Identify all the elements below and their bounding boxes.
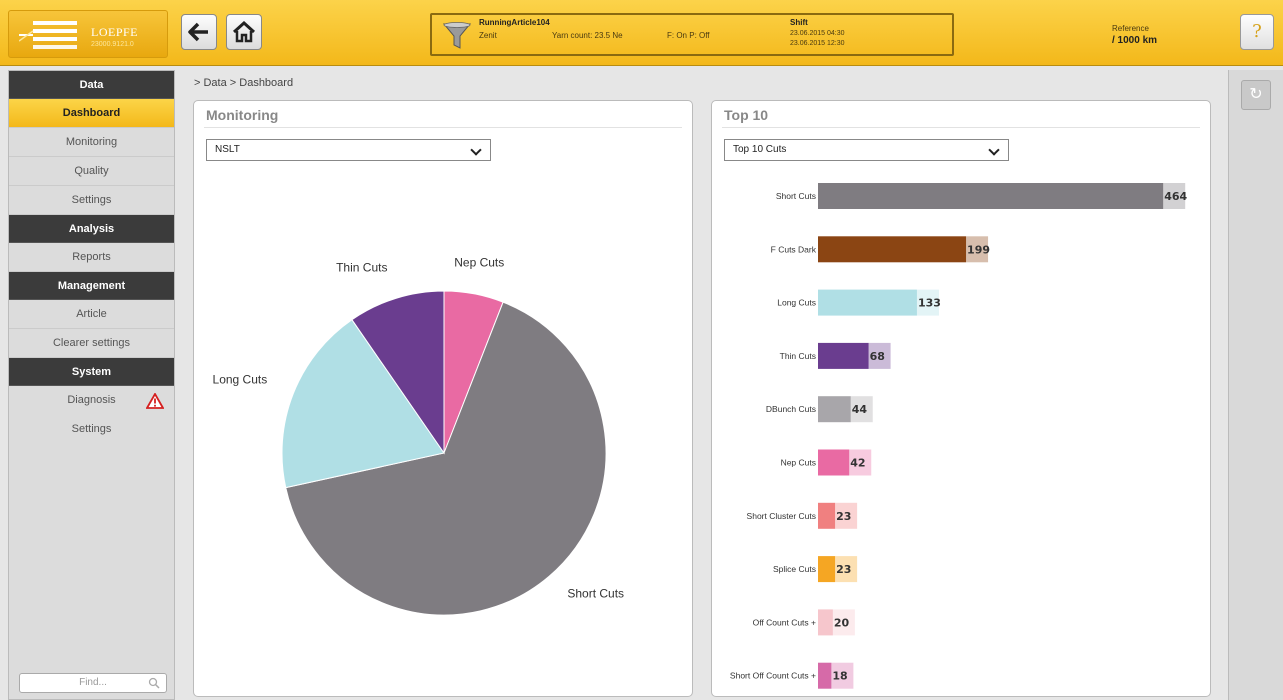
bar-value-splice-cuts: 23: [836, 563, 851, 576]
bar-value-dbunch-cuts: 44: [852, 403, 868, 416]
pie-label-long-cuts: Long Cuts: [213, 372, 268, 386]
bar-label-dbunch-cuts: DBunch Cuts: [766, 404, 816, 414]
bar-label-f-cuts-dark: F Cuts Dark: [771, 244, 817, 254]
back-button[interactable]: [181, 14, 217, 50]
logo-lines-icon: [19, 21, 77, 49]
bar-label-short-cuts: Short Cuts: [776, 191, 816, 201]
f-status: F: On P: Off: [667, 31, 710, 40]
sidebar-item-quality[interactable]: Quality: [9, 157, 174, 186]
chevron-down-icon: [470, 144, 482, 156]
sidebar-item-clearer-settings[interactable]: Clearer settings: [9, 329, 174, 358]
sidebar-item-article[interactable]: Article: [9, 300, 174, 329]
bar-label-long-cuts: Long Cuts: [777, 298, 816, 308]
bar-value-short-cluster-cuts: 23: [836, 510, 851, 523]
pie-chart: Nep Cuts Short Cuts Long Cuts Thin Cuts: [213, 255, 624, 616]
sidebar-section-analysis: Analysis: [9, 215, 174, 243]
sidebar-item-label: Diagnosis: [67, 394, 116, 406]
sidebar-item-monitoring[interactable]: Monitoring: [9, 128, 174, 157]
sidebar-item-diagnosis[interactable]: Diagnosis: [9, 386, 174, 415]
bar-thin-cuts: [818, 342, 869, 369]
bar-dbunch-cuts: [818, 396, 851, 423]
top10-title: Top 10: [724, 107, 769, 123]
bar-value-off-count-cuts: 20: [834, 616, 850, 629]
top10-panel: Top 10 Top 10 Cuts Short Cuts 464 F Cuts D…: [711, 100, 1211, 697]
back-arrow-icon: [188, 22, 208, 42]
pie-label-nep-cuts: Nep Cuts: [454, 255, 504, 269]
reference-label: Reference: [1112, 24, 1149, 33]
home-icon: [232, 21, 256, 43]
shift-start: 23.06.2015 04:30: [790, 30, 845, 37]
filter-funnel-icon: [442, 22, 472, 49]
bar-label-off-count-cuts: Off Count Cuts +: [753, 617, 816, 627]
search-icon: [148, 677, 160, 689]
sidebar-section-data: Data: [9, 71, 174, 99]
bar-label-short-off-count-cuts: Short Off Count Cuts +: [730, 671, 816, 681]
bar-value-f-cuts-dark: 199: [967, 243, 990, 256]
top10-select-value: Top 10 Cuts: [733, 144, 787, 155]
top-bar: LOEPFE 23000.9121.0 RunningArticle104 Ze…: [0, 0, 1283, 66]
chevron-down-icon: [988, 144, 1000, 156]
bar-short-off-count-cuts: [818, 662, 832, 689]
find-input[interactable]: Find...: [19, 673, 167, 693]
help-icon: ?: [1252, 21, 1262, 42]
sidebar: Data Dashboard Monitoring Quality Settin…: [8, 70, 175, 700]
sidebar-item-reports[interactable]: Reports: [9, 243, 174, 272]
bar-value-nep-cuts: 42: [850, 457, 865, 470]
shift-end: 23.06.2015 12:30: [790, 40, 845, 47]
loepfe-logo: LOEPFE 23000.9121.0: [8, 10, 168, 58]
warning-icon: [146, 393, 164, 409]
monitoring-title: Monitoring: [206, 107, 279, 123]
refresh-icon: ↻: [1249, 86, 1263, 103]
top10-select[interactable]: Top 10 Cuts: [724, 139, 1009, 161]
bar-value-short-cuts: 464: [1164, 190, 1187, 203]
top10-bar-chart: Short Cuts 464 F Cuts Dark 199 Long Cuts 133 T…: [730, 183, 1188, 689]
sidebar-item-system-settings[interactable]: Settings: [9, 415, 174, 444]
pie-label-thin-cuts: Thin Cuts: [336, 261, 387, 275]
top10-divider: [722, 127, 1200, 128]
bar-label-splice-cuts: Splice Cuts: [773, 564, 816, 574]
breadcrumb: > Data > Dashboard: [194, 77, 294, 89]
sidebar-section-system: System: [9, 358, 174, 386]
bar-f-cuts-dark: [818, 236, 967, 263]
right-rail: ↻: [1228, 70, 1283, 700]
article-sub: Zenit: [479, 31, 497, 40]
bar-splice-cuts: [818, 556, 836, 583]
logo-version: 23000.9121.0: [91, 41, 134, 48]
bar-nep-cuts: [818, 449, 850, 476]
home-button[interactable]: [226, 14, 262, 50]
help-button[interactable]: ?: [1240, 14, 1274, 50]
bar-long-cuts: [818, 289, 917, 316]
article-title: RunningArticle104: [479, 18, 550, 27]
monitoring-select[interactable]: NSLT: [206, 139, 491, 161]
monitoring-divider: [204, 127, 682, 128]
bar-off-count-cuts: [818, 609, 833, 636]
pie-label-short-cuts: Short Cuts: [567, 587, 624, 601]
bar-short-cluster-cuts: [818, 502, 836, 529]
logo-name: LOEPFE: [91, 25, 139, 39]
bar-value-thin-cuts: 68: [870, 350, 885, 363]
monitoring-select-value: NSLT: [215, 144, 240, 155]
shift-title: Shift: [790, 18, 808, 27]
bar-value-long-cuts: 133: [918, 297, 941, 310]
article-info-box[interactable]: RunningArticle104 Zenit Yarn count: 23.5…: [430, 13, 954, 56]
bar-short-cuts: [818, 183, 1164, 209]
bar-label-short-cluster-cuts: Short Cluster Cuts: [747, 511, 816, 521]
sidebar-item-dashboard[interactable]: Dashboard: [9, 99, 174, 128]
reference-value: / 1000 km: [1112, 35, 1158, 46]
bar-value-short-off-count-cuts: 18: [832, 670, 847, 683]
bar-label-nep-cuts: Nep Cuts: [781, 458, 816, 468]
sidebar-section-management: Management: [9, 272, 174, 300]
refresh-button[interactable]: ↻: [1241, 80, 1271, 110]
bar-label-thin-cuts: Thin Cuts: [780, 351, 816, 361]
find-placeholder: Find...: [79, 677, 107, 688]
monitoring-panel: Monitoring NSLT Nep Cuts Short Cuts Long C…: [193, 100, 693, 697]
sidebar-item-data-settings[interactable]: Settings: [9, 186, 174, 215]
yarn-count: Yarn count: 23.5 Ne: [552, 31, 623, 40]
